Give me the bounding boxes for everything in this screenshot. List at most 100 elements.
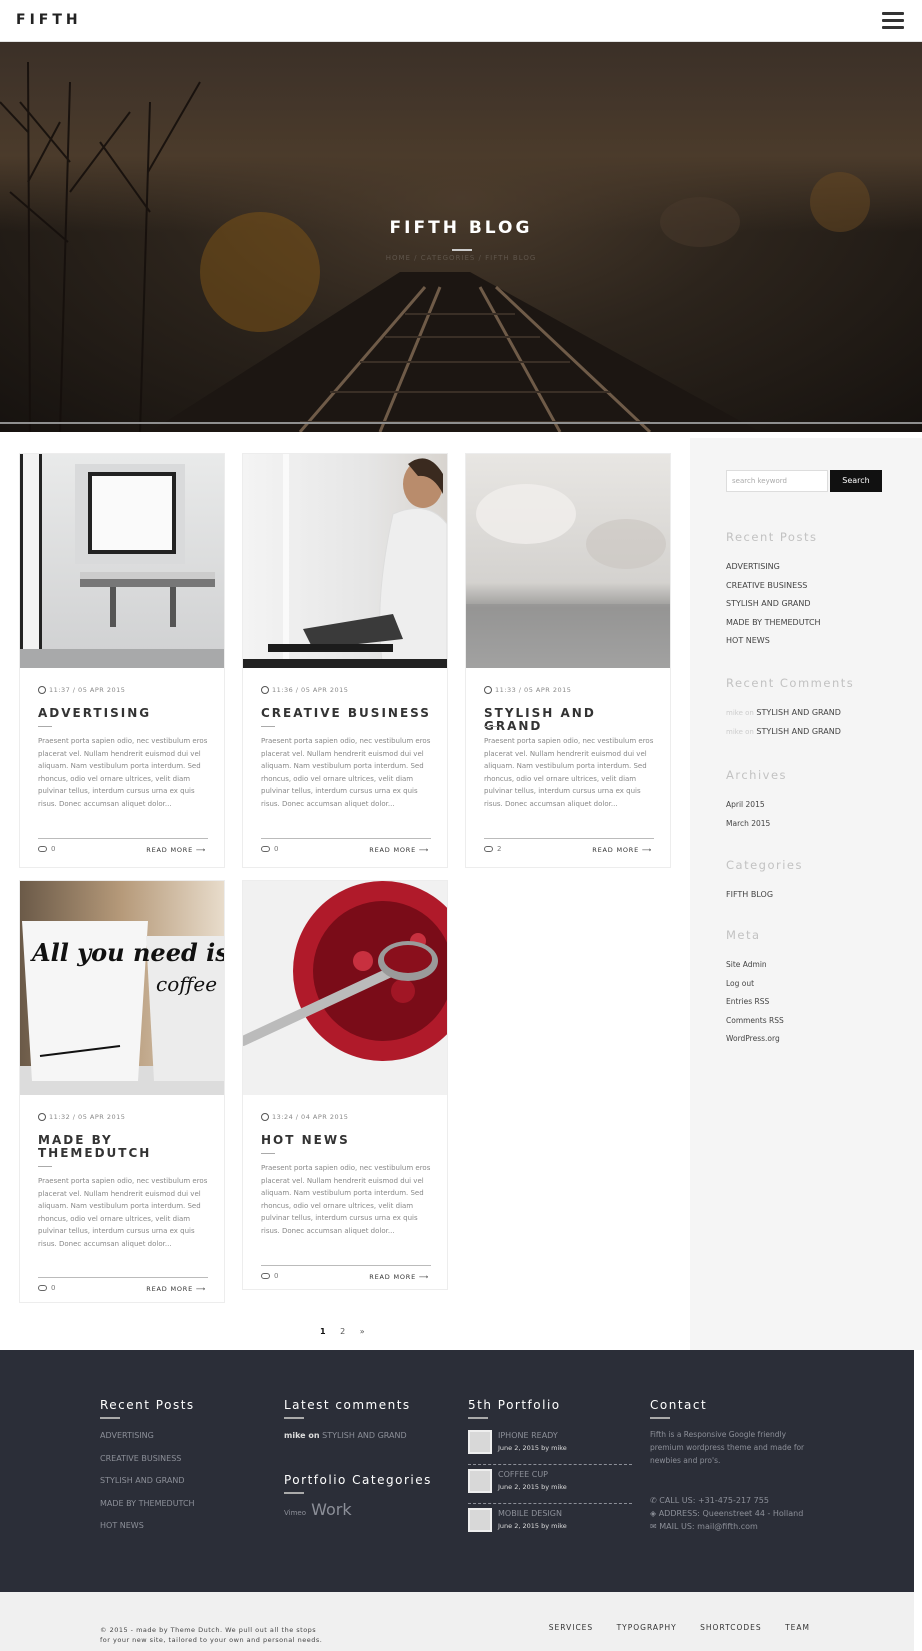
footer-post-stylish-and-grand[interactable]: STYLISH AND GRAND: [100, 1476, 195, 1499]
archive-march-2015[interactable]: March 2015: [726, 819, 770, 838]
contact-details: ✆ CALL US: +31-475-217 755 ◈ ADDRESS: Qu…: [650, 1494, 803, 1533]
comment-count[interactable]: 0: [261, 845, 278, 853]
post-title[interactable]: HOT NEWS: [261, 1134, 436, 1147]
sidebar-item-creative-business[interactable]: CREATIVE BUSINESS: [726, 581, 821, 600]
footer-title-line: [284, 1417, 304, 1419]
post-title[interactable]: MADE BY THEMEDUTCH: [38, 1134, 213, 1160]
archives-list: April 2015 March 2015: [726, 800, 770, 837]
card-divider: [484, 838, 654, 839]
post-excerpt: Praesent porta sapien odio, nec vestibul…: [261, 737, 431, 808]
card-divider: [261, 838, 431, 839]
portfolio-item[interactable]: IPHONE READY June 2, 2015 by mike: [468, 1426, 632, 1465]
post-title[interactable]: STYLISH AND GRAND: [484, 707, 659, 733]
post-image-billboard[interactable]: [20, 454, 224, 668]
portfolio-item[interactable]: COFFEE CUP June 2, 2015 by mike: [468, 1465, 632, 1504]
comment-count[interactable]: 2: [484, 845, 501, 853]
search-button[interactable]: Search: [830, 470, 882, 492]
page-link-1[interactable]: 1: [320, 1327, 326, 1336]
post-title[interactable]: ADVERTISING: [38, 707, 213, 720]
comment-bubble-icon: [261, 846, 270, 852]
categories-list: FIFTH BLOG: [726, 890, 773, 909]
footer-post-made-by-themedutch[interactable]: MADE BY THEMEDUTCH: [100, 1499, 195, 1522]
contact-description: Fifth is a Responsive Google friendly pr…: [650, 1430, 805, 1465]
footer-title-line: [650, 1417, 670, 1419]
post-title[interactable]: CREATIVE BUSINESS: [261, 707, 436, 720]
copyright-text: © 2015 - made by Theme Dutch. We pull ou…: [100, 1626, 323, 1644]
post-excerpt: Praesent porta sapien odio, nec vestibul…: [38, 1177, 208, 1248]
portfolio-item[interactable]: MOBILE DESIGN June 2, 2015 by mike: [468, 1504, 632, 1543]
post-date: 13:24 / 04 APR 2015: [261, 1113, 348, 1121]
portfolio-thumbnail[interactable]: [468, 1430, 492, 1454]
portfolio-item-date: June 2, 2015 by mike: [498, 1444, 567, 1452]
portfolio-category-cloud: Vimeo Work: [284, 1500, 352, 1519]
hamburger-menu-icon[interactable]: [882, 12, 904, 30]
post-card-made-by-themedutch: All you need is... coffee 11:32 / 05 APR…: [19, 880, 225, 1303]
comment-count[interactable]: 0: [38, 1284, 55, 1292]
read-more-link[interactable]: READ MORE ⟶: [146, 846, 206, 854]
nav-team[interactable]: TEAM: [785, 1623, 810, 1632]
portfolio-item-title[interactable]: IPHONE READY: [498, 1431, 558, 1440]
read-more-link[interactable]: READ MORE ⟶: [369, 846, 429, 854]
search-input[interactable]: search keyword: [726, 470, 828, 492]
comment-bubble-icon: [261, 1273, 270, 1279]
card-divider: [261, 1265, 431, 1266]
meta-entries-rss[interactable]: Entries RSS: [726, 997, 784, 1016]
footer-portfolio-title: 5th Portfolio: [468, 1398, 561, 1412]
sidebar-item-hot-news[interactable]: HOT NEWS: [726, 636, 821, 655]
next-page-link[interactable]: »: [360, 1327, 365, 1336]
archives-title: Archives: [726, 768, 788, 782]
post-image-blurred-table[interactable]: [466, 454, 670, 668]
post-date: 11:37 / 05 APR 2015: [38, 686, 125, 694]
contact-address: ◈ ADDRESS: Queenstreet 44 - Holland: [650, 1509, 804, 1518]
meta-wordpress-org[interactable]: WordPress.org: [726, 1034, 784, 1053]
footer-post-hot-news[interactable]: HOT NEWS: [100, 1521, 195, 1544]
portfolio-category-work[interactable]: Work: [311, 1500, 352, 1519]
mail-icon: ✉: [650, 1522, 660, 1531]
sidebar-item-made-by-themedutch[interactable]: MADE BY THEMEDUTCH: [726, 618, 821, 637]
footer-post-creative-business[interactable]: CREATIVE BUSINESS: [100, 1454, 195, 1477]
contact-mail[interactable]: ✉ MAIL US: mail@fifth.com: [650, 1520, 803, 1533]
post-image-jam-jar[interactable]: [243, 881, 447, 1095]
post-image-laptop-man[interactable]: [243, 454, 447, 668]
comment-count[interactable]: 0: [261, 1272, 278, 1280]
post-card-creative-business: 11:36 / 05 APR 2015 CREATIVE BUSINESS Pr…: [242, 453, 448, 868]
read-more-link[interactable]: READ MORE ⟶: [592, 846, 652, 854]
comment-bubble-icon: [484, 846, 493, 852]
footer-title-line: [284, 1492, 304, 1494]
portfolio-item-title[interactable]: COFFEE CUP: [498, 1470, 548, 1479]
contact-phone[interactable]: ✆ CALL US: +31-475-217 755: [650, 1494, 803, 1507]
category-fifth-blog[interactable]: FIFTH BLOG: [726, 890, 773, 909]
recent-comments-title: Recent Comments: [726, 676, 855, 690]
title-underline: [261, 1153, 275, 1154]
sidebar-item-stylish-and-grand[interactable]: STYLISH AND GRAND: [726, 599, 821, 618]
sidebar-item-advertising[interactable]: ADVERTISING: [726, 562, 821, 581]
footer-portfolio-list: IPHONE READY June 2, 2015 by mike COFFEE…: [468, 1426, 632, 1543]
read-more-link[interactable]: READ MORE ⟶: [369, 1273, 429, 1281]
portfolio-item-title[interactable]: MOBILE DESIGN: [498, 1509, 562, 1518]
footer-latest-comment[interactable]: mike on STYLISH AND GRAND: [284, 1431, 407, 1440]
nav-services[interactable]: SERVICES: [549, 1623, 593, 1632]
comment-bubble-icon: [38, 1285, 47, 1291]
post-excerpt: Praesent porta sapien odio, nec vestibul…: [38, 737, 208, 808]
sidebar: search keyword Search Recent Posts ADVER…: [690, 438, 922, 1350]
post-image-coffee-mugs[interactable]: All you need is... coffee: [20, 881, 224, 1095]
site-logo[interactable]: FIFTH: [16, 12, 82, 28]
nav-shortcodes[interactable]: SHORTCODES: [700, 1623, 762, 1632]
recent-comment-item[interactable]: mike on STYLISH AND GRAND: [726, 708, 841, 727]
read-more-link[interactable]: READ MORE ⟶: [146, 1285, 206, 1293]
page-link-2[interactable]: 2: [340, 1327, 345, 1336]
meta-site-admin[interactable]: Site Admin: [726, 960, 784, 979]
portfolio-thumbnail[interactable]: [468, 1508, 492, 1532]
portfolio-thumbnail[interactable]: [468, 1469, 492, 1493]
recent-comment-item[interactable]: mike on STYLISH AND GRAND: [726, 727, 841, 746]
breadcrumb[interactable]: HOME / CATEGORIES / FIFTH BLOG: [0, 254, 922, 262]
meta-log-out[interactable]: Log out: [726, 979, 784, 998]
portfolio-category-vimeo[interactable]: Vimeo: [284, 1509, 306, 1517]
nav-typography[interactable]: TYPOGRAPHY: [617, 1623, 677, 1632]
comment-count[interactable]: 0: [38, 845, 55, 853]
mug-text: All you need is...: [30, 938, 224, 967]
archive-april-2015[interactable]: April 2015: [726, 800, 770, 819]
footer-post-advertising[interactable]: ADVERTISING: [100, 1431, 195, 1454]
meta-comments-rss[interactable]: Comments RSS: [726, 1016, 784, 1035]
card-divider: [38, 838, 208, 839]
